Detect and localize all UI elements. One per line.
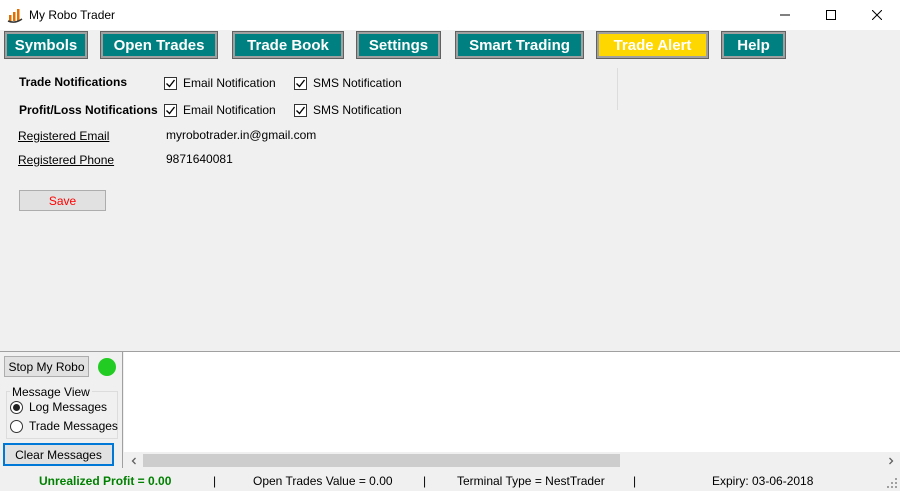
checkbox-label: Email Notification xyxy=(183,103,276,117)
check-icon xyxy=(166,106,176,115)
message-log-area[interactable] xyxy=(124,352,900,452)
tab-smart-trading[interactable]: Smart Trading xyxy=(455,31,584,59)
divider xyxy=(617,68,618,110)
minimize-button[interactable] xyxy=(762,0,808,30)
check-icon xyxy=(296,79,306,88)
check-icon xyxy=(296,106,306,115)
app-logo-icon xyxy=(7,9,23,23)
radio-button[interactable] xyxy=(10,400,23,414)
scroll-left-button[interactable] xyxy=(125,452,142,469)
status-bar: Unrealized Profit = 0.00 | Open Trades V… xyxy=(0,469,900,491)
terminal-type: Terminal Type = NestTrader xyxy=(457,474,605,488)
registered-phone-label: Registered Phone xyxy=(18,153,115,167)
unrealized-profit: Unrealized Profit = 0.00 xyxy=(39,474,172,488)
close-icon xyxy=(872,10,882,20)
message-view-title: Message View xyxy=(10,385,92,399)
open-trades-value: Open Trades Value = 0.00 xyxy=(253,474,393,488)
radio-selected-dot xyxy=(13,403,20,411)
registered-phone-value: 9871640081 xyxy=(166,152,233,166)
trade-messages-radio[interactable]: Trade Messages xyxy=(10,419,118,433)
radio-label: Trade Messages xyxy=(29,419,118,433)
tab-symbols[interactable]: Symbols xyxy=(4,31,88,59)
window-title: My Robo Trader xyxy=(29,8,116,22)
profit-loss-notifications-label: Profit/Loss Notifications xyxy=(19,103,158,117)
pl-email-checkbox[interactable]: Email Notification xyxy=(164,103,276,117)
trade-email-checkbox[interactable]: Email Notification xyxy=(164,76,276,90)
expiry-date: Expiry: 03-06-2018 xyxy=(712,474,814,488)
tab-help[interactable]: Help xyxy=(721,31,786,59)
scroll-right-button[interactable] xyxy=(882,452,899,469)
stop-robo-button[interactable]: Stop My Robo xyxy=(4,356,89,377)
trade-sms-checkbox[interactable]: SMS Notification xyxy=(294,76,402,90)
status-separator: | xyxy=(633,474,637,488)
resize-grip-icon[interactable] xyxy=(886,477,898,489)
robo-status-indicator xyxy=(98,358,116,376)
chevron-right-icon xyxy=(888,457,893,464)
tab-trade-alert[interactable]: Trade Alert xyxy=(596,31,709,59)
log-messages-radio[interactable]: Log Messages xyxy=(10,400,107,414)
chevron-left-icon xyxy=(131,457,136,464)
registered-email-label: Registered Email xyxy=(18,129,110,143)
clear-messages-button[interactable]: Clear Messages xyxy=(3,443,114,466)
checkbox-label: Email Notification xyxy=(183,76,276,90)
radio-label: Log Messages xyxy=(29,400,108,414)
title-bar: My Robo Trader xyxy=(0,0,900,30)
scrollbar-thumb[interactable] xyxy=(143,454,620,467)
pl-sms-checkbox[interactable]: SMS Notification xyxy=(294,103,402,117)
maximize-button[interactable] xyxy=(808,0,854,30)
status-separator: | xyxy=(423,474,427,488)
checkbox-box[interactable] xyxy=(294,103,307,117)
check-icon xyxy=(166,79,176,88)
maximize-icon xyxy=(826,10,836,20)
horizontal-scrollbar[interactable] xyxy=(124,452,900,469)
registered-email-value: myrobotrader.in@gmail.com xyxy=(166,128,317,142)
minimize-icon xyxy=(780,14,790,16)
checkbox-box[interactable] xyxy=(164,103,177,117)
close-button[interactable] xyxy=(854,0,900,30)
checkbox-box[interactable] xyxy=(294,76,307,90)
radio-button[interactable] xyxy=(10,419,23,433)
save-button[interactable]: Save xyxy=(19,190,106,211)
tab-open-trades[interactable]: Open Trades xyxy=(100,31,218,59)
tab-trade-book[interactable]: Trade Book xyxy=(232,31,344,59)
checkbox-label: SMS Notification xyxy=(313,103,402,117)
status-separator: | xyxy=(213,474,217,488)
checkbox-box[interactable] xyxy=(164,76,177,90)
tab-settings[interactable]: Settings xyxy=(356,31,441,59)
trade-notifications-label: Trade Notifications xyxy=(19,75,128,89)
checkbox-label: SMS Notification xyxy=(313,76,402,90)
